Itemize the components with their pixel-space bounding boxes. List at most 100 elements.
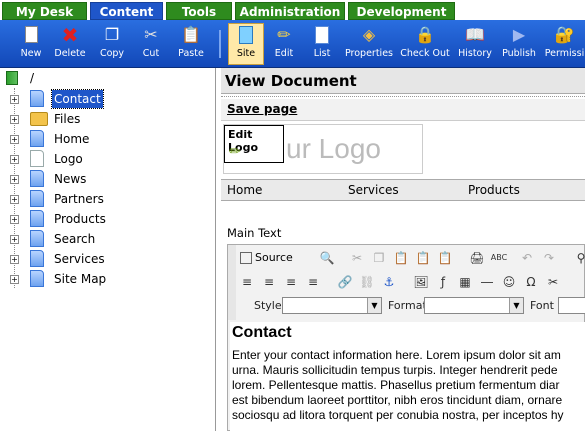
tree-node-label[interactable]: Contact	[51, 89, 104, 109]
expand-icon[interactable]: +	[10, 215, 19, 224]
main-toolbar: New ✖ Delete ❐ Copy ✂ Cut 📋 Paste Site ✏…	[0, 20, 585, 68]
editor-content[interactable]: Contact Enter your contact information h…	[230, 322, 585, 432]
tab-development[interactable]: Development	[348, 2, 455, 20]
content-line: urna. Mauris sollicitudin tempus turpis.…	[232, 363, 558, 377]
cut-icon[interactable]: ✂	[348, 249, 366, 267]
font-select[interactable]	[558, 297, 585, 314]
table-icon[interactable]: ▦	[456, 273, 474, 291]
site-label: Site	[236, 48, 256, 59]
save-bar: Save page	[221, 99, 585, 121]
expand-icon[interactable]: +	[10, 255, 19, 264]
expand-icon[interactable]: +	[10, 195, 19, 204]
align-left-icon[interactable]: ≡	[238, 273, 256, 291]
cut-button[interactable]: ✂ Cut	[136, 24, 166, 59]
tree-node-label[interactable]: Search	[52, 230, 97, 248]
document-icon	[30, 90, 46, 108]
smiley-icon[interactable]: ☺	[500, 273, 518, 291]
content-line: Enter your contact information here. Lor…	[232, 348, 561, 362]
image-icon[interactable]: 🖼	[412, 273, 430, 291]
delete-button[interactable]: ✖ Delete	[52, 24, 88, 59]
tree-node-label[interactable]: Files	[52, 110, 82, 128]
site-icon	[236, 24, 256, 46]
paste-icon[interactable]: 📋	[392, 249, 410, 267]
edit-logo-button[interactable]: Edit Logo ✏	[224, 125, 284, 163]
copy-icon[interactable]: ❐	[370, 249, 388, 267]
list-label: List	[313, 48, 331, 59]
properties-button[interactable]: ◈ Properties	[343, 24, 395, 59]
expand-icon[interactable]: +	[10, 115, 19, 124]
paste-button[interactable]: 📋 Paste	[174, 24, 208, 59]
page-title: View Document	[221, 68, 585, 94]
expand-icon[interactable]: +	[10, 175, 19, 184]
horizontal-rule-icon[interactable]: ―	[478, 273, 496, 291]
tab-administration[interactable]: Administration	[235, 2, 345, 20]
expand-icon[interactable]: +	[10, 135, 19, 144]
edit-button[interactable]: ✏ Edit	[268, 24, 300, 59]
tab-content[interactable]: Content	[90, 2, 163, 20]
expand-icon[interactable]: +	[10, 235, 19, 244]
nav-products[interactable]: Products	[468, 183, 520, 197]
paste-text-icon[interactable]: 📋	[414, 249, 432, 267]
properties-icon: ◈	[362, 25, 376, 44]
toolbar-separator	[219, 30, 221, 58]
unlink-icon[interactable]: ⛓	[358, 273, 376, 291]
editor-gutter	[228, 245, 236, 320]
history-label: History	[458, 48, 492, 59]
permissions-button[interactable]: 🔐 Permissi	[544, 24, 585, 59]
tab-my-desk[interactable]: My Desk	[2, 2, 87, 20]
print-icon[interactable]: 🖨	[468, 249, 486, 267]
paste-word-icon[interactable]: 📋	[436, 249, 454, 267]
preview-icon[interactable]: 🔍	[318, 249, 336, 267]
style-label: Style	[254, 299, 282, 312]
delete-label: Delete	[54, 48, 86, 59]
style-select[interactable]: ▼	[282, 297, 382, 314]
check-out-button[interactable]: 🔒 Check Out	[399, 24, 451, 59]
main-text-label: Main Text	[227, 226, 282, 240]
expand-icon[interactable]: +	[10, 155, 19, 164]
anchor-icon[interactable]: ⚓	[380, 273, 398, 291]
tree-node-label[interactable]: News	[52, 170, 88, 188]
publish-arrow-icon: ▶	[512, 25, 526, 44]
tree-node-label[interactable]: Services	[52, 250, 107, 268]
properties-label: Properties	[344, 48, 393, 59]
tree-node-label[interactable]: Home	[52, 130, 91, 148]
content-line: lorem. Pellentesque mattis. Phasellus pr…	[232, 378, 560, 392]
new-button[interactable]: New	[14, 24, 48, 59]
undo-icon[interactable]: ↶	[518, 249, 536, 267]
nav-home[interactable]: Home	[227, 183, 262, 197]
tab-tools[interactable]: Tools	[166, 2, 232, 20]
tree-node-label[interactable]: Products	[52, 210, 108, 228]
site-button[interactable]: Site	[228, 23, 264, 65]
justify-icon[interactable]: ≡	[304, 273, 322, 291]
document-icon	[30, 230, 46, 248]
tree-node-label[interactable]: Partners	[52, 190, 106, 208]
tree-node-label[interactable]: Logo	[52, 150, 85, 168]
align-right-icon[interactable]: ≡	[282, 273, 300, 291]
expand-icon[interactable]: +	[10, 275, 19, 284]
folder-icon	[30, 110, 48, 128]
nav-services[interactable]: Services	[348, 183, 399, 197]
editor-toolbar-row-1: Source 🔍 ✂ ❐ 📋 📋 📋 🖨 ABC ↶ ↷ ⚲	[236, 247, 585, 269]
expand-icon[interactable]: +	[10, 95, 19, 104]
history-button[interactable]: 📖 History	[456, 24, 494, 59]
source-button[interactable]: Source	[238, 249, 293, 267]
content-line: sociosqu ad litora torquent per conubia …	[232, 408, 564, 422]
link-icon[interactable]: 🔗	[336, 273, 354, 291]
save-page-link[interactable]: Save page	[227, 102, 297, 116]
copy-button[interactable]: ❐ Copy	[96, 24, 128, 59]
format-select[interactable]: ▼	[424, 297, 524, 314]
tree-node-label[interactable]: Site Map	[52, 270, 108, 288]
chevron-down-icon: ▼	[367, 298, 381, 313]
document-pane: View Document Save page ur Logo Edit Log…	[221, 68, 585, 432]
list-button[interactable]: List	[306, 24, 338, 59]
find-icon[interactable]: ⚲	[572, 249, 585, 267]
align-center-icon[interactable]: ≡	[260, 273, 278, 291]
redo-icon[interactable]: ↷	[540, 249, 558, 267]
flash-icon[interactable]: ƒ	[434, 273, 452, 291]
site-cube-icon	[6, 71, 18, 85]
page-break-icon[interactable]: ✂	[544, 273, 562, 291]
spellcheck-icon[interactable]: ABC	[490, 249, 508, 267]
special-char-icon[interactable]: Ω	[522, 273, 540, 291]
publish-button[interactable]: ▶ Publish	[499, 24, 539, 59]
tree-root-label[interactable]: /	[30, 71, 34, 85]
